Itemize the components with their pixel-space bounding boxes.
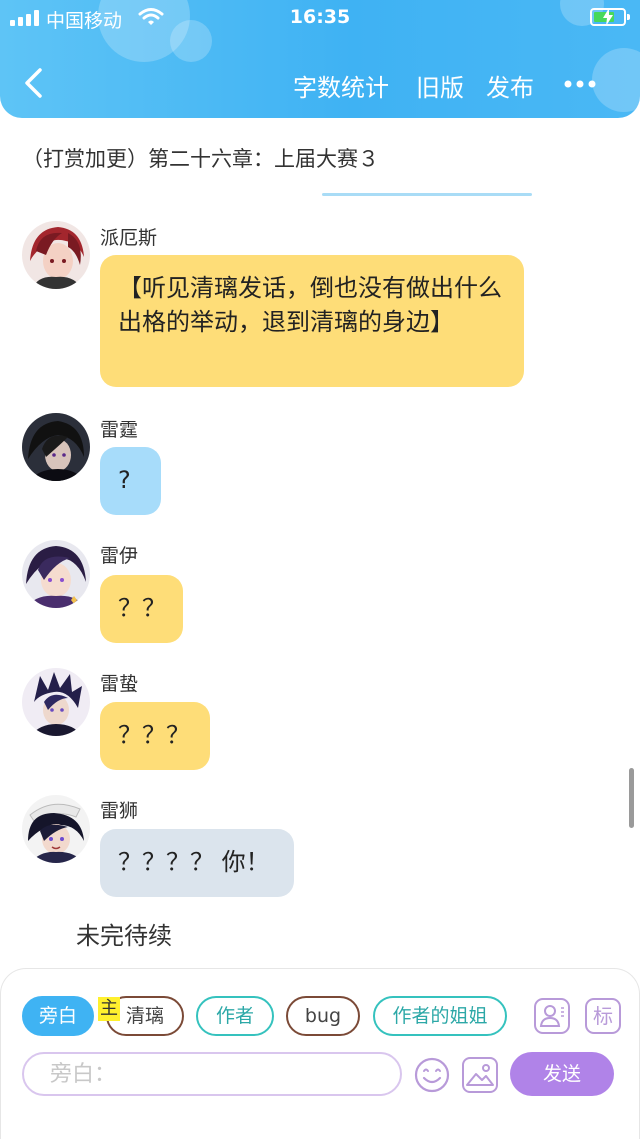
- avatar[interactable]: [22, 795, 90, 863]
- chip-bug[interactable]: bug: [286, 996, 360, 1036]
- word-count-button[interactable]: 字数统计: [293, 68, 389, 103]
- sender-name: 雷狮: [100, 800, 139, 822]
- chapter-title: （打赏加更）第二十六章：上届大赛３: [22, 147, 379, 171]
- character-manage-icon[interactable]: [534, 998, 570, 1034]
- clock: 16:35: [289, 6, 351, 28]
- scrollbar[interactable]: [629, 768, 634, 828]
- chip-author-sister[interactable]: 作者的姐姐: [373, 996, 507, 1036]
- publish-button[interactable]: 发布: [486, 68, 534, 103]
- chip-narration[interactable]: 旁白: [22, 996, 94, 1036]
- mark-label: 标: [593, 1004, 613, 1028]
- message-bubble[interactable]: 【听见清璃发话，倒也没有做出什么出格的举动，退到清璃的身边】: [100, 255, 524, 387]
- avatar[interactable]: [22, 540, 90, 608]
- message-bubble[interactable]: ？？: [100, 575, 183, 643]
- avatar[interactable]: [22, 413, 90, 481]
- more-options-icon[interactable]: [562, 72, 602, 96]
- avatar[interactable]: [22, 668, 90, 736]
- sender-name: 雷伊: [100, 545, 139, 567]
- sender-name: 雷霆: [100, 419, 139, 441]
- sender-name: 雷蛰: [100, 673, 139, 695]
- sender-name: 派厄斯: [100, 227, 158, 249]
- host-tag: 主: [98, 997, 120, 1021]
- message-bubble[interactable]: ？？？？ 你！: [100, 829, 294, 897]
- back-arrow-icon[interactable]: [20, 66, 50, 100]
- chip-author[interactable]: 作者: [196, 996, 274, 1036]
- mark-button[interactable]: 标: [585, 998, 621, 1034]
- to-be-continued-text: 未完待续: [76, 922, 172, 950]
- message-input[interactable]: [22, 1052, 402, 1096]
- avatar[interactable]: [22, 221, 90, 289]
- message-bubble[interactable]: ?: [100, 447, 161, 515]
- divider-line: [322, 193, 532, 196]
- emoji-icon[interactable]: [413, 1056, 451, 1094]
- message-bubble[interactable]: ？？？: [100, 702, 210, 770]
- header-bar: 中国移动 16:35 字数统计 旧版 发布: [0, 0, 640, 118]
- battery-icon: [590, 8, 630, 26]
- image-icon[interactable]: [462, 1057, 498, 1093]
- send-button[interactable]: 发送: [510, 1052, 614, 1096]
- status-bar: 中国移动 16:35: [0, 0, 640, 40]
- old-version-button[interactable]: 旧版: [416, 68, 464, 103]
